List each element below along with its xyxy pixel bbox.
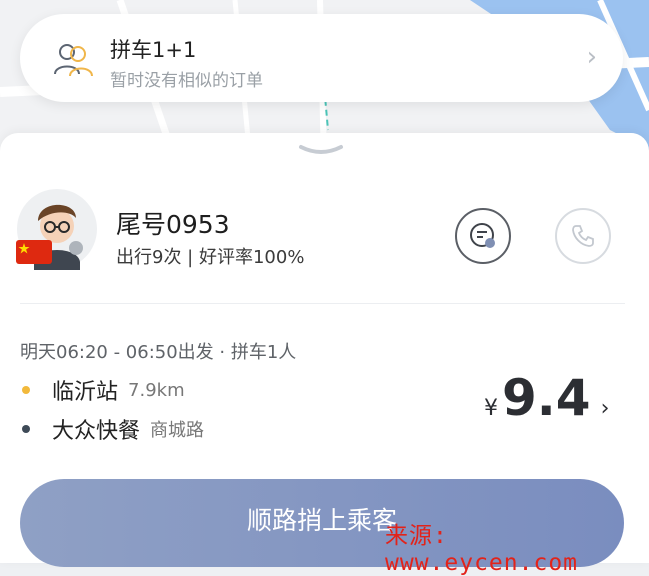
origin-stop: 临沂站 7.9km xyxy=(22,374,185,406)
sheet-handle-icon[interactable] xyxy=(298,143,344,159)
china-flag-icon xyxy=(16,240,52,268)
origin-distance: 7.9km xyxy=(128,379,185,401)
driver-name: 尾号0953 xyxy=(116,210,230,239)
price-value: 9.4 xyxy=(502,369,591,427)
bottom-sheet: 尾号0953 出行9次 | 好评率100% 明天06:20 - 06:50出发 … xyxy=(0,133,649,567)
phone-icon xyxy=(572,225,594,247)
trip-time: 明天06:20 - 06:50出发 · 拼车1人 xyxy=(20,342,297,363)
chevron-right-icon: › xyxy=(586,42,597,72)
origin-name: 临沂站 xyxy=(52,380,119,405)
driver-stats: 出行9次 | 好评率100% xyxy=(116,247,305,268)
call-button[interactable] xyxy=(555,208,611,264)
message-button[interactable] xyxy=(455,208,511,264)
currency-symbol: ¥ xyxy=(484,396,498,421)
chevron-right-icon: › xyxy=(600,396,610,421)
price-display[interactable]: ¥ 9.4 › xyxy=(484,369,609,427)
divider xyxy=(20,303,625,304)
destination-name: 大众快餐 xyxy=(52,419,141,444)
carpool-card[interactable]: 拼车1+1 暂时没有相似的订单 › xyxy=(20,14,623,102)
chat-bubble-icon xyxy=(470,223,495,248)
carpool-title: 拼车1+1 xyxy=(110,38,197,62)
destination-area: 商城路 xyxy=(150,420,205,441)
carpool-users-icon xyxy=(50,38,94,82)
carpool-subtitle: 暂时没有相似的订单 xyxy=(110,71,263,91)
destination-stop: 大众快餐 商城路 xyxy=(22,413,204,445)
destination-dot-icon xyxy=(22,425,30,433)
watermark: 来源: www.eycen.com xyxy=(385,523,579,576)
driver-avatar[interactable] xyxy=(16,188,98,270)
origin-dot-icon xyxy=(22,386,30,394)
